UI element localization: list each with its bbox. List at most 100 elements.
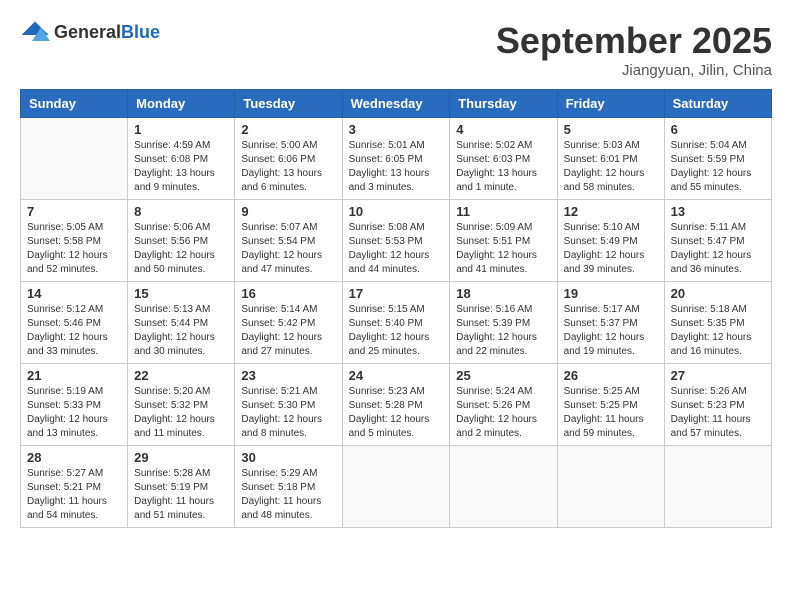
col-monday: Monday	[128, 90, 235, 118]
location-subtitle: Jiangyuan, Jilin, China	[496, 62, 772, 79]
day-number: 22	[134, 368, 228, 383]
day-info: Sunrise: 5:07 AM Sunset: 5:54 PM Dayligh…	[241, 221, 335, 277]
calendar-cell: 3 Sunrise: 5:01 AM Sunset: 6:05 PM Daylig…	[342, 118, 450, 200]
calendar-cell: 18 Sunrise: 5:16 AM Sunset: 5:39 PM Dayli…	[450, 282, 557, 364]
day-info: Sunrise: 5:23 AM Sunset: 5:28 PM Dayligh…	[349, 385, 444, 441]
title-block: September 2025 Jiangyuan, Jilin, China	[496, 20, 772, 79]
calendar-cell	[664, 446, 771, 528]
calendar-week-row: 21 Sunrise: 5:19 AM Sunset: 5:33 PM Dayli…	[21, 364, 772, 446]
col-thursday: Thursday	[450, 90, 557, 118]
calendar-week-row: 1 Sunrise: 4:59 AM Sunset: 6:08 PM Daylig…	[21, 118, 772, 200]
day-number: 3	[349, 122, 444, 137]
calendar-cell: 14 Sunrise: 5:12 AM Sunset: 5:46 PM Dayli…	[21, 282, 128, 364]
day-number: 11	[456, 204, 550, 219]
calendar-cell: 2 Sunrise: 5:00 AM Sunset: 6:06 PM Daylig…	[235, 118, 342, 200]
calendar-cell: 20 Sunrise: 5:18 AM Sunset: 5:35 PM Dayli…	[664, 282, 771, 364]
day-number: 12	[564, 204, 658, 219]
day-info: Sunrise: 5:04 AM Sunset: 5:59 PM Dayligh…	[671, 139, 765, 195]
day-info: Sunrise: 5:19 AM Sunset: 5:33 PM Dayligh…	[27, 385, 121, 441]
calendar-cell: 6 Sunrise: 5:04 AM Sunset: 5:59 PM Daylig…	[664, 118, 771, 200]
day-number: 21	[27, 368, 121, 383]
day-number: 1	[134, 122, 228, 137]
day-info: Sunrise: 5:09 AM Sunset: 5:51 PM Dayligh…	[456, 221, 550, 277]
day-number: 17	[349, 286, 444, 301]
day-info: Sunrise: 5:17 AM Sunset: 5:37 PM Dayligh…	[564, 303, 658, 359]
day-number: 27	[671, 368, 765, 383]
calendar-cell: 28 Sunrise: 5:27 AM Sunset: 5:21 PM Dayli…	[21, 446, 128, 528]
calendar-cell	[450, 446, 557, 528]
col-sunday: Sunday	[21, 90, 128, 118]
day-info: Sunrise: 5:27 AM Sunset: 5:21 PM Dayligh…	[27, 467, 121, 523]
day-info: Sunrise: 5:16 AM Sunset: 5:39 PM Dayligh…	[456, 303, 550, 359]
col-friday: Friday	[557, 90, 664, 118]
day-number: 2	[241, 122, 335, 137]
col-tuesday: Tuesday	[235, 90, 342, 118]
calendar-cell: 25 Sunrise: 5:24 AM Sunset: 5:26 PM Dayli…	[450, 364, 557, 446]
calendar-cell: 27 Sunrise: 5:26 AM Sunset: 5:23 PM Dayli…	[664, 364, 771, 446]
day-info: Sunrise: 5:25 AM Sunset: 5:25 PM Dayligh…	[564, 385, 658, 441]
calendar-cell	[557, 446, 664, 528]
calendar-cell: 8Sunrise: 5:06 AM Sunset: 5:56 PM Daylig…	[128, 200, 235, 282]
day-info: Sunrise: 5:13 AM Sunset: 5:44 PM Dayligh…	[134, 303, 228, 359]
calendar-cell: 11 Sunrise: 5:09 AM Sunset: 5:51 PM Dayli…	[450, 200, 557, 282]
page-header: GeneralBlue September 2025 Jiangyuan, Ji…	[20, 20, 772, 79]
day-info: Sunrise: 5:14 AM Sunset: 5:42 PM Dayligh…	[241, 303, 335, 359]
calendar-cell: 22Sunrise: 5:20 AM Sunset: 5:32 PM Dayli…	[128, 364, 235, 446]
day-info: Sunrise: 5:24 AM Sunset: 5:26 PM Dayligh…	[456, 385, 550, 441]
calendar-cell: 7Sunrise: 5:05 AM Sunset: 5:58 PM Daylig…	[21, 200, 128, 282]
calendar-cell	[342, 446, 450, 528]
calendar-cell: 30Sunrise: 5:29 AM Sunset: 5:18 PM Dayli…	[235, 446, 342, 528]
day-info: Sunrise: 5:00 AM Sunset: 6:06 PM Dayligh…	[241, 139, 335, 195]
calendar-cell: 26 Sunrise: 5:25 AM Sunset: 5:25 PM Dayli…	[557, 364, 664, 446]
day-number: 18	[456, 286, 550, 301]
col-wednesday: Wednesday	[342, 90, 450, 118]
day-info: Sunrise: 4:59 AM Sunset: 6:08 PM Dayligh…	[134, 139, 228, 195]
day-number: 8	[134, 204, 228, 219]
calendar-cell: 5 Sunrise: 5:03 AM Sunset: 6:01 PM Daylig…	[557, 118, 664, 200]
calendar-cell: 24 Sunrise: 5:23 AM Sunset: 5:28 PM Dayli…	[342, 364, 450, 446]
day-info: Sunrise: 5:08 AM Sunset: 5:53 PM Dayligh…	[349, 221, 444, 277]
day-number: 28	[27, 450, 121, 465]
calendar-cell	[21, 118, 128, 200]
month-title: September 2025	[496, 20, 772, 62]
day-info: Sunrise: 5:11 AM Sunset: 5:47 PM Dayligh…	[671, 221, 765, 277]
day-info: Sunrise: 5:26 AM Sunset: 5:23 PM Dayligh…	[671, 385, 765, 441]
calendar-cell: 21 Sunrise: 5:19 AM Sunset: 5:33 PM Dayli…	[21, 364, 128, 446]
day-number: 23	[241, 368, 335, 383]
calendar-cell: 13 Sunrise: 5:11 AM Sunset: 5:47 PM Dayli…	[664, 200, 771, 282]
calendar-cell: 23Sunrise: 5:21 AM Sunset: 5:30 PM Dayli…	[235, 364, 342, 446]
day-number: 15	[134, 286, 228, 301]
logo-blue: Blue	[121, 22, 160, 42]
day-number: 4	[456, 122, 550, 137]
day-info: Sunrise: 5:03 AM Sunset: 6:01 PM Dayligh…	[564, 139, 658, 195]
calendar-cell: 1 Sunrise: 4:59 AM Sunset: 6:08 PM Daylig…	[128, 118, 235, 200]
day-info: Sunrise: 5:18 AM Sunset: 5:35 PM Dayligh…	[671, 303, 765, 359]
calendar-cell: 29Sunrise: 5:28 AM Sunset: 5:19 PM Dayli…	[128, 446, 235, 528]
day-number: 25	[456, 368, 550, 383]
day-number: 10	[349, 204, 444, 219]
day-number: 20	[671, 286, 765, 301]
day-number: 26	[564, 368, 658, 383]
day-number: 5	[564, 122, 658, 137]
calendar-cell: 19 Sunrise: 5:17 AM Sunset: 5:37 PM Dayli…	[557, 282, 664, 364]
day-info: Sunrise: 5:12 AM Sunset: 5:46 PM Dayligh…	[27, 303, 121, 359]
day-number: 6	[671, 122, 765, 137]
calendar-cell: 16 Sunrise: 5:14 AM Sunset: 5:42 PM Dayli…	[235, 282, 342, 364]
logo-icon	[20, 20, 50, 44]
day-number: 24	[349, 368, 444, 383]
day-number: 13	[671, 204, 765, 219]
day-info: Sunrise: 5:10 AM Sunset: 5:49 PM Dayligh…	[564, 221, 658, 277]
calendar-cell: 4Sunrise: 5:02 AM Sunset: 6:03 PM Daylig…	[450, 118, 557, 200]
day-number: 14	[27, 286, 121, 301]
day-info: Sunrise: 5:01 AM Sunset: 6:05 PM Dayligh…	[349, 139, 444, 195]
day-number: 16	[241, 286, 335, 301]
day-number: 19	[564, 286, 658, 301]
calendar-week-row: 14 Sunrise: 5:12 AM Sunset: 5:46 PM Dayli…	[21, 282, 772, 364]
day-info: Sunrise: 5:05 AM Sunset: 5:58 PM Dayligh…	[27, 221, 121, 277]
day-number: 30	[241, 450, 335, 465]
calendar-cell: 12 Sunrise: 5:10 AM Sunset: 5:49 PM Dayli…	[557, 200, 664, 282]
col-saturday: Saturday	[664, 90, 771, 118]
calendar-cell: 15 Sunrise: 5:13 AM Sunset: 5:44 PM Dayli…	[128, 282, 235, 364]
logo-general: General	[54, 22, 121, 42]
calendar-week-row: 7Sunrise: 5:05 AM Sunset: 5:58 PM Daylig…	[21, 200, 772, 282]
